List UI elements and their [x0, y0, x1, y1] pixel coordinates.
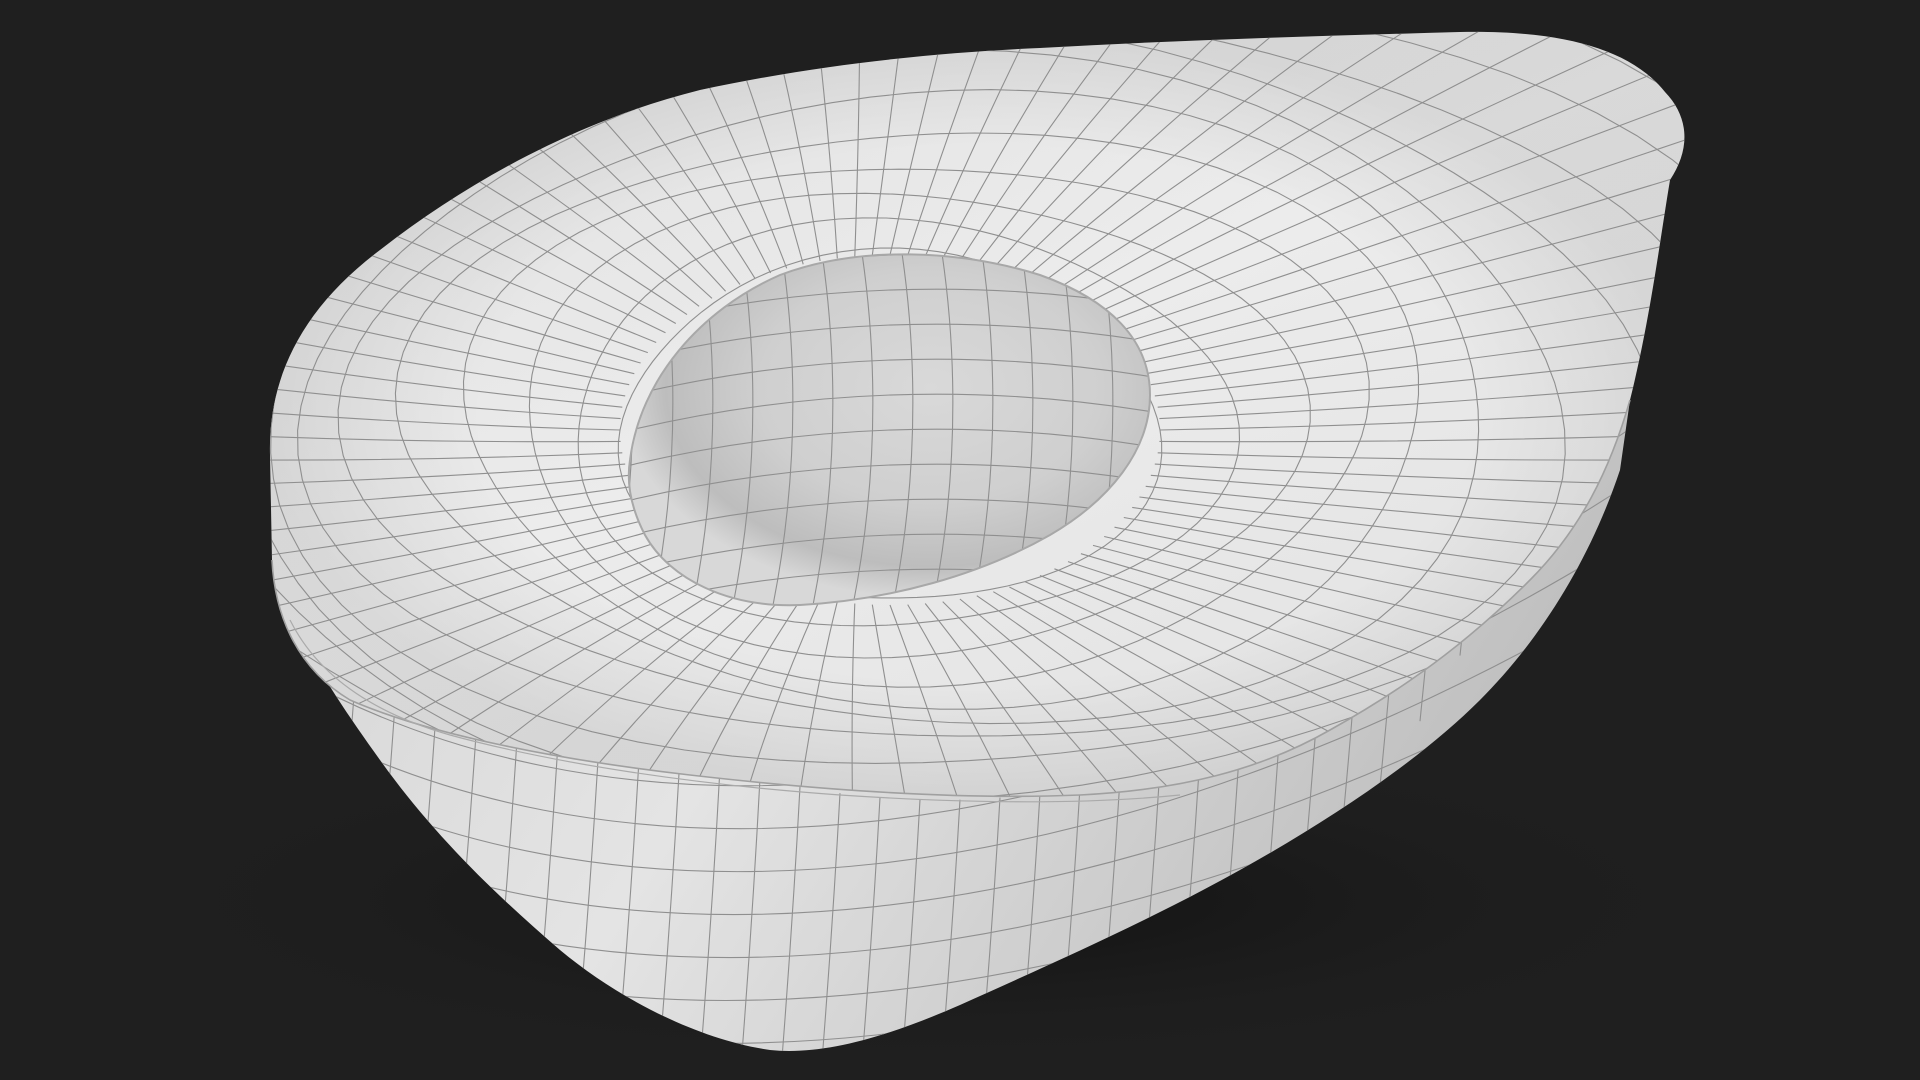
avocado-half-mesh	[110, 31, 1750, 1070]
render-viewport	[0, 0, 1920, 1080]
